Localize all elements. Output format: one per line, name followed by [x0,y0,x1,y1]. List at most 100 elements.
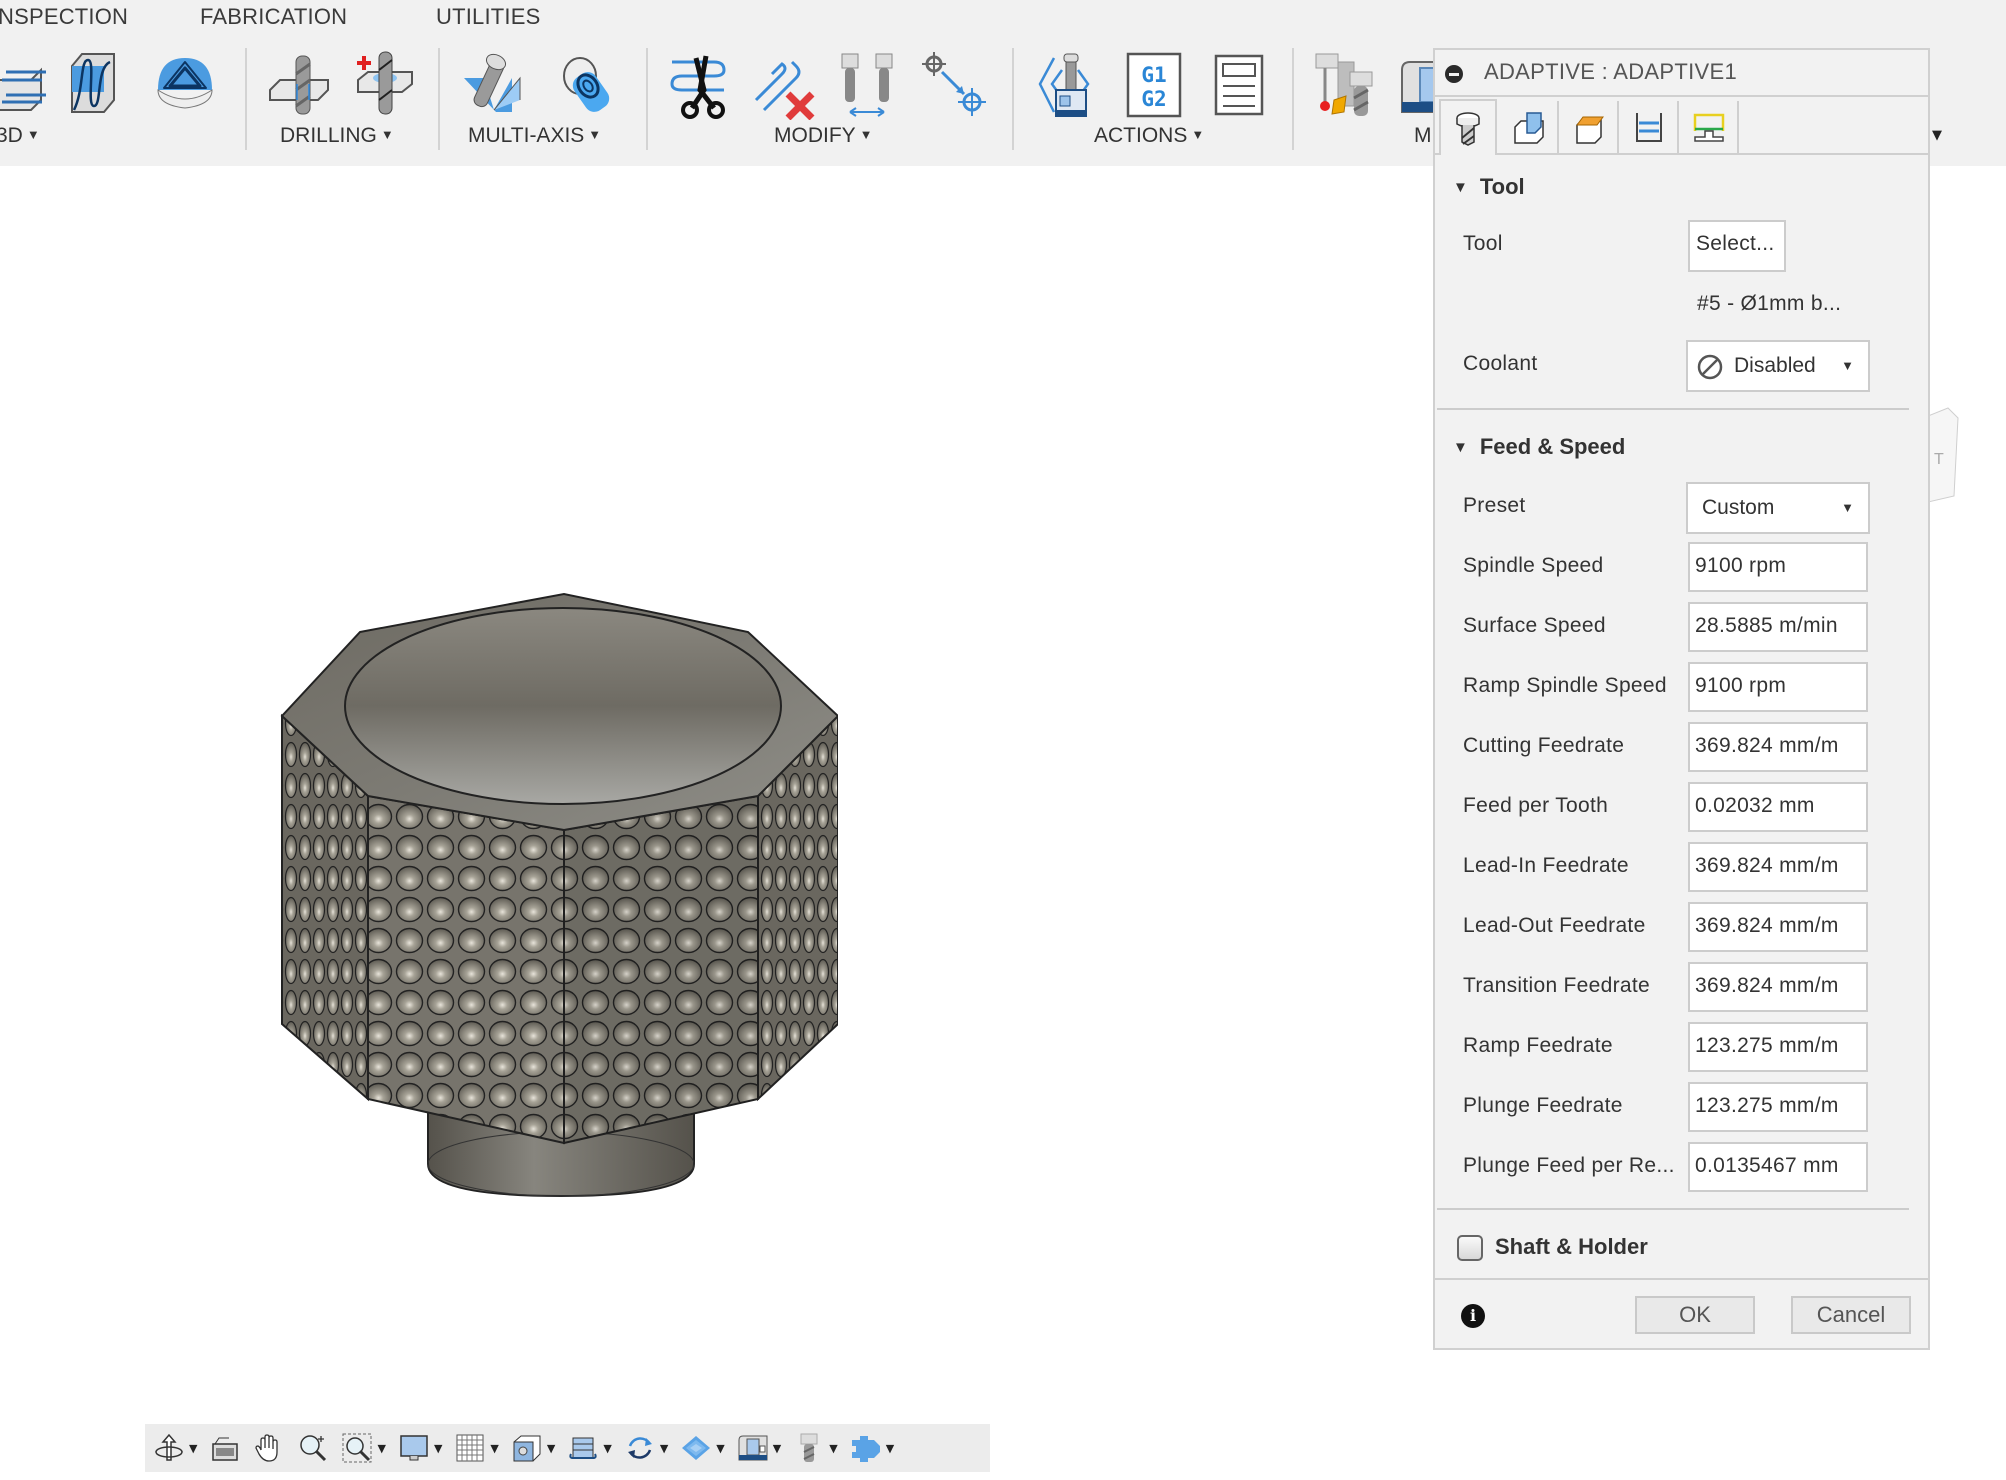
dialog-header[interactable]: ADAPTIVE : ADAPTIVE1 [1435,50,1928,97]
field-input[interactable]: 9100 rpm [1688,542,1868,592]
tool-spacing-icon[interactable] [836,50,906,120]
section-divider [1437,408,1909,410]
drill-icon[interactable] [268,50,338,120]
chevron-down-icon[interactable]: ▼ [716,1442,724,1455]
field-input[interactable]: 123.275 mm/m [1688,1022,1868,1072]
ribbon-separator [1292,48,1294,150]
nav-toolpath-display-button[interactable]: ▼ [567,1432,612,1464]
machine-display-icon [738,1435,768,1461]
field-label: Ramp Feedrate [1463,1034,1613,1057]
heights-tab-icon [1576,116,1604,144]
chevron-down-icon[interactable]: ▼ [434,1442,442,1455]
delete-toolpath-icon[interactable] [752,50,822,121]
chevron-down-icon[interactable]: ▼ [547,1442,555,1455]
nav-look-at-button[interactable] [209,1432,241,1464]
field-input[interactable]: 369.824 mm/m [1688,902,1868,952]
field-label: Plunge Feed per Re... [1463,1154,1675,1177]
nav-machine-display-button[interactable]: ▼ [737,1432,781,1464]
field-input[interactable]: 28.5885 m/min [1688,602,1868,652]
shaft-holder-label[interactable]: Shaft & Holder [1495,1234,1648,1260]
setup-sheet-icon[interactable] [1204,50,1274,120]
select-tool-button[interactable]: Select... [1688,220,1786,272]
simulate-icon[interactable] [1036,50,1106,120]
coolant-dropdown[interactable]: Disabled ▼ [1686,340,1870,392]
group-manage-label[interactable]: M [1414,124,1432,148]
nav-orbit-button[interactable]: ▼ [153,1432,197,1464]
nav-stock-display-button[interactable]: ▼ [680,1432,725,1464]
nav-zoom-button[interactable] [297,1432,329,1464]
field-label: Spindle Speed [1463,554,1604,577]
scallop-3d-icon[interactable] [68,50,138,120]
group-drilling-label[interactable]: DRILLING ▼ [280,124,394,148]
group-modify-label[interactable]: MODIFY ▼ [774,124,873,148]
group-manage: M [1310,46,1459,156]
section-tool-header[interactable]: ▼ Tool [1453,174,1525,200]
passes-tab-icon [1636,113,1662,142]
hole-recognition-icon[interactable] [352,50,422,120]
chevron-down-icon[interactable]: ▼ [660,1442,668,1455]
viewcube[interactable]: T [1928,406,1970,516]
tab-utilities[interactable]: UTILITIES [436,4,541,30]
3d-model-knob[interactable] [270,584,838,1208]
preset-value: Custom [1702,496,1775,519]
field-input[interactable]: 369.824 mm/m [1688,722,1868,772]
tab-geometry[interactable] [1501,101,1559,153]
swarf-icon[interactable] [460,50,530,120]
field-input[interactable]: 123.275 mm/m [1688,1082,1868,1132]
field-input[interactable]: 9100 rpm [1688,662,1868,712]
tab-inspection[interactable]: NSPECTION [0,4,128,30]
group-drilling: DRILLING ▼ [268,46,438,156]
group-3d-label[interactable]: 3D ▼ [0,124,40,148]
collapse-dialog-icon[interactable] [1445,65,1463,83]
field-input[interactable]: 369.824 mm/m [1688,962,1868,1012]
tab-tool[interactable] [1439,99,1497,155]
group-multi-axis-label[interactable]: MULTI-AXIS ▼ [468,124,601,148]
shaft-holder-checkbox[interactable] [1457,1235,1483,1261]
chevron-down-icon[interactable]: ▼ [377,1442,385,1455]
contour-3d-icon[interactable] [0,50,56,120]
tab-fabrication[interactable]: FABRICATION [200,4,347,30]
info-icon[interactable]: i [1461,1304,1485,1328]
ok-button[interactable]: OK [1635,1296,1755,1334]
nav-viewports-button[interactable]: ▼ [511,1432,555,1464]
multi-axis-contour-icon[interactable] [550,50,620,120]
move-toolpath-icon[interactable] [920,50,990,120]
nav-refresh-button[interactable]: ▼ [624,1432,668,1464]
chevron-down-icon[interactable]: ▼ [189,1442,197,1455]
pencil-3d-icon[interactable] [150,50,220,120]
field-input[interactable]: 0.02032 mm [1688,782,1868,832]
field-input[interactable]: 0.0135467 mm [1688,1142,1868,1192]
chevron-down-icon[interactable]: ▼ [886,1442,894,1455]
post-process-gcode-icon[interactable]: G1 G2 [1120,50,1190,120]
section-divider [1437,1208,1909,1210]
ribbon-separator [1012,48,1014,150]
geometry-tab-icon [1514,112,1544,144]
tab-heights[interactable] [1561,101,1619,153]
adaptive-operation-dialog: ADAPTIVE : ADAPTIVE1 ▼ Tool Tool Select..… [1433,48,1930,1350]
selected-tool-name: #5 - Ø1mm b... [1697,292,1842,315]
nav-extension-button[interactable]: ▼ [850,1432,894,1464]
field-input[interactable]: 369.824 mm/m [1688,842,1868,892]
tab-passes[interactable] [1621,101,1679,153]
svg-text:G2: G2 [1141,87,1166,111]
trim-toolpath-icon[interactable] [668,50,738,120]
ribbon-overflow-caret[interactable]: ▼ [1932,128,1942,143]
tool-library-icon[interactable] [1310,50,1380,120]
cancel-button[interactable]: Cancel [1791,1296,1911,1334]
nav-pan-button[interactable] [253,1432,285,1464]
disabled-icon [1697,354,1723,380]
chevron-down-icon[interactable]: ▼ [603,1442,611,1455]
nav-display-settings-button[interactable]: ▼ [398,1432,442,1464]
chevron-down-icon[interactable]: ▼ [773,1442,781,1455]
chevron-down-icon[interactable]: ▼ [829,1442,837,1455]
tab-linking[interactable] [1681,101,1739,153]
viewports-icon [513,1435,541,1462]
group-actions-label[interactable]: ACTIONS ▼ [1094,124,1204,148]
dialog-footer: i OK Cancel [1435,1278,1928,1348]
nav-grid-settings-button[interactable]: ▼ [454,1432,499,1464]
chevron-down-icon[interactable]: ▼ [490,1442,498,1455]
section-feed-speed-header[interactable]: ▼ Feed & Speed [1453,434,1625,460]
preset-dropdown[interactable]: Custom ▼ [1686,482,1870,534]
nav-tool-display-button[interactable]: ▼ [793,1432,838,1464]
nav-zoom-window-button[interactable]: ▼ [341,1432,386,1464]
